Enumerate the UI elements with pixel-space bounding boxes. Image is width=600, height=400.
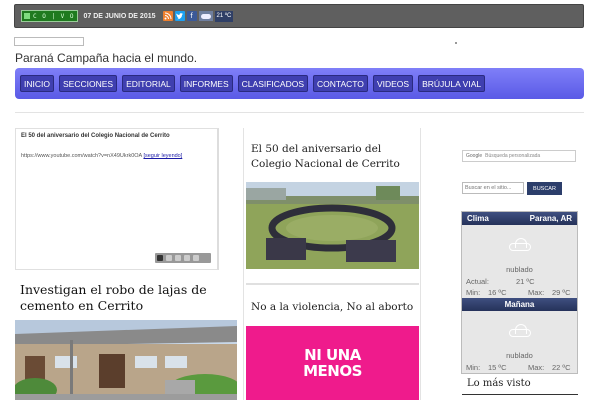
slider-dot[interactable] [166,255,172,261]
nav-item-contacto[interactable]: CONTACTO [313,75,368,92]
weather-max-today: 29 ºC [552,288,571,297]
weather-actual-value: 21 ºC [516,277,535,286]
weather-tomorrow-label: Mañana [504,300,535,309]
site-search-button[interactable]: BUSCAR [527,182,562,195]
article-image-building[interactable] [15,320,237,400]
slider-dot[interactable] [175,255,181,261]
nav-item-informes[interactable]: INFORMES [179,75,233,92]
weather-tomorrow-icon-row [462,311,577,351]
nav-item-videos[interactable]: VIDEOS [372,75,414,92]
weather-today-header: Clima Parana, AR [462,212,577,225]
top-bar: C O | V O 07 DE JUNIO DE 2015 f 21 ºC [14,4,584,28]
article-image-ni-una-menos[interactable]: NI UNA MENOS [246,326,419,400]
weather-widget: Clima Parana, AR nublado Actual: 21 ºC M… [461,211,578,374]
nav-item-inicio[interactable]: INICIO [20,75,54,92]
featured-slider: El 50 del aniversario del Colegio Nacion… [15,128,219,270]
weather-min-label: Min: [466,288,481,297]
weather-tomorrow-desc: nublado [506,351,533,360]
top-search-input[interactable] [14,37,84,46]
site-search-input[interactable] [462,182,524,194]
middle-divider [246,283,419,285]
clock-text: C O | V O [33,12,75,20]
nav-item-brujula-vial[interactable]: BRÚJULA VIAL [418,75,486,92]
cloud-icon [507,324,533,338]
divider [15,112,584,113]
site-title: Paraná Campaña hacia el mundo. [15,51,198,65]
most-viewed-underline [462,394,578,395]
weather-min-label: Min: [466,363,481,372]
weather-actual-label: Actual: [466,277,489,286]
weather-today-label: Clima [467,214,489,223]
weather-min-today: 16 ºC [488,288,507,297]
weather-max-label: Max: [528,288,545,297]
google-search-placeholder: Búsqueda personalizada [485,153,541,159]
twitter-icon[interactable] [174,11,185,21]
cloud-icon [507,238,533,252]
weather-tomorrow-header: Mañana [462,298,577,311]
current-date: 07 DE JUNIO DE 2015 [83,12,156,20]
weather-today-minmax: Min: 16 ºC Max: 29 ºC [462,287,577,298]
top-temperature: 21 ºC [214,10,234,22]
weather-today-icon-row [462,225,577,265]
read-more-link[interactable]: [seguir leyendo] [143,153,182,159]
nav-item-editorial[interactable]: EDITORIAL [122,75,175,92]
digital-clock: C O | V O [21,10,78,22]
nav-item-secciones[interactable]: SECCIONES [58,75,118,92]
article-title-robo-lajas[interactable]: Investigan el robo de lajas de cemento e… [20,282,240,314]
weather-max-label: Max: [528,363,545,372]
facebook-icon[interactable]: f [186,11,197,21]
google-custom-search[interactable]: Google Búsqueda personalizada [462,150,576,162]
weather-max-tomorrow: 22 ºC [552,363,571,372]
poster-text-line2: MENOS [303,362,362,380]
weather-today-desc: nublado [506,265,533,274]
clock-led-icon [24,13,30,19]
article-title-no-violencia[interactable]: No a la violencia, No al aborto [251,301,416,313]
nav-item-clasificados[interactable]: CLASIFICADOS [237,75,309,92]
poster-text-line1: NI UNA [304,346,361,364]
rss-icon[interactable] [162,11,173,21]
main-nav: INICIO SECCIONES EDITORIAL INFORMES CLAS… [15,68,584,99]
weather-location: Parana, AR [529,214,572,223]
weather-cloud-icon [198,11,213,21]
slider-dot[interactable] [184,255,190,261]
article-image-crowd[interactable] [246,182,419,269]
slider-dot[interactable] [157,255,163,261]
slider-url: https://www.youtube.com/watch?v=nX49Ukrk… [21,153,142,159]
slider-excerpt: https://www.youtube.com/watch?v=nX49Ukrk… [21,153,182,159]
google-label: Google [466,153,483,159]
decorative-dot [455,42,457,44]
weather-actual-row: Actual: 21 ºC [462,276,577,287]
slider-dot[interactable] [193,255,199,261]
slider-pager [155,253,211,263]
weather-tomorrow-minmax: Min: 15 ºC Max: 22 ºC [462,362,577,373]
slider-title[interactable]: El 50 del aniversario del Colegio Nacion… [21,133,170,139]
weather-min-tomorrow: 15 ºC [488,363,507,372]
article-title-aniversario[interactable]: El 50 del aniversario del Colegio Nacion… [251,142,416,172]
page: C O | V O 07 DE JUNIO DE 2015 f 21 ºC Pa… [0,0,600,400]
most-viewed-heading: Lo más visto [467,378,531,389]
